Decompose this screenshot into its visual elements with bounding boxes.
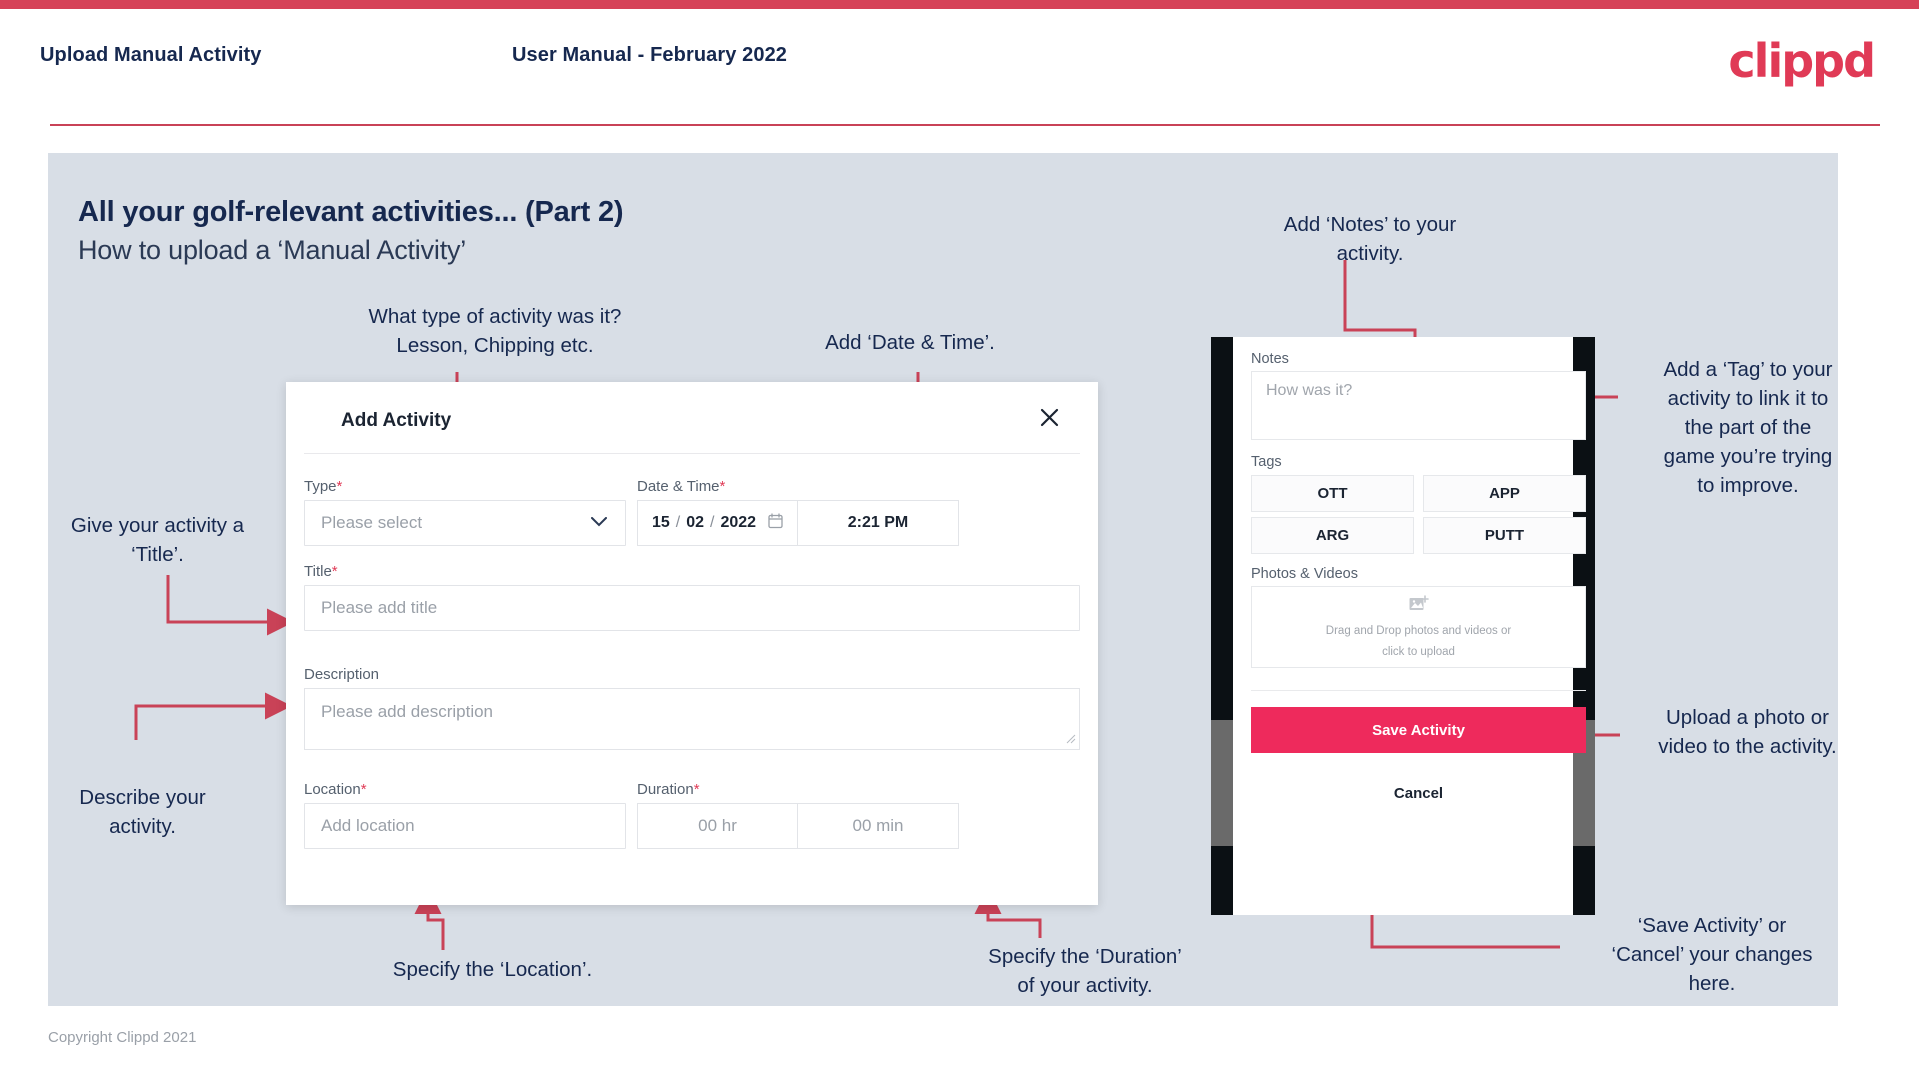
photos-label: Photos & Videos <box>1251 566 1358 582</box>
annotation-type: What type of activity was it? Lesson, Ch… <box>368 305 622 357</box>
date-sep-1: / <box>675 514 681 531</box>
clippd-logo: clippd <box>1728 34 1876 88</box>
tags-label: Tags <box>1251 454 1282 470</box>
annotation-location: Specify the ‘Location’. <box>392 958 593 981</box>
add-image-icon <box>1409 594 1429 618</box>
location-label-text: Location <box>304 781 361 798</box>
annotation-datetime: Add ‘Date & Time’. <box>825 331 995 354</box>
footer-copyright: Copyright Clippd 2021 <box>48 1029 197 1046</box>
dialog-title: Add Activity <box>341 410 452 431</box>
page-subtitle: How to upload a ‘Manual Activity’ <box>78 235 467 265</box>
annotation-description: Describe your activity. <box>79 786 206 838</box>
slide-root: Upload Manual Activity User Manual - Feb… <box>0 0 1919 1079</box>
cancel-button[interactable]: Cancel <box>1251 777 1586 809</box>
annotation-duration: Specify the ‘Duration’ of your activity. <box>988 945 1182 997</box>
tag-app[interactable]: APP <box>1423 475 1586 512</box>
date-day: 15 <box>651 514 670 531</box>
title-placeholder: Please add title <box>321 598 438 617</box>
type-required-mark: * <box>336 478 343 495</box>
duration-required-mark: * <box>693 781 700 798</box>
date-input[interactable]: 15 / 02 / 2022 <box>637 500 798 546</box>
datetime-group: 15 / 02 / 2022 2:21 PM <box>637 500 959 546</box>
description-label-text: Description <box>304 666 380 683</box>
title-required-mark: * <box>331 563 338 580</box>
page-title: All your golf-relevant activities... (Pa… <box>78 196 624 228</box>
annotation-notes: Add ‘Notes’ to your activity. <box>1283 213 1457 265</box>
top-accent-bar <box>0 0 1919 9</box>
photo-dropzone[interactable]: Drag and Drop photos and videos or click… <box>1251 586 1586 668</box>
date-sep-2: / <box>710 514 715 531</box>
duration-hours-input[interactable]: 00 hr <box>637 803 798 849</box>
header-left-title: Upload Manual Activity <box>40 44 262 66</box>
add-activity-dialog: Add Activity Type* Please select Date & … <box>286 382 1098 905</box>
type-placeholder: Please select <box>321 513 423 532</box>
type-label-text: Type <box>304 478 337 495</box>
resize-grip-icon[interactable] <box>1066 732 1076 747</box>
datetime-label: Date & Time* <box>637 478 725 495</box>
location-input[interactable]: Add location <box>304 803 626 849</box>
time-input[interactable]: 2:21 PM <box>798 500 959 546</box>
tag-ott[interactable]: OTT <box>1251 475 1414 512</box>
notes-placeholder: How was it? <box>1266 382 1353 399</box>
title-input[interactable]: Please add title <box>304 585 1080 631</box>
location-placeholder: Add location <box>321 816 415 835</box>
date-year: 2022 <box>720 514 757 531</box>
tag-arg[interactable]: ARG <box>1251 517 1414 554</box>
annotation-photos: Upload a photo or video to the activity. <box>1658 706 1837 758</box>
datetime-required-mark: * <box>719 478 726 495</box>
datetime-label-text: Date & Time <box>637 478 720 495</box>
description-placeholder: Please add description <box>321 702 494 721</box>
dropzone-line-2: click to upload <box>1382 645 1455 658</box>
close-icon[interactable] <box>1034 402 1064 432</box>
duration-group: 00 hr 00 min <box>637 803 959 849</box>
duration-label-text: Duration <box>637 781 694 798</box>
mobile-preview: Notes How was it? Tags OTT APP ARG PUTT … <box>1203 337 1603 915</box>
location-label: Location* <box>304 781 367 798</box>
title-label-text: Title <box>304 563 332 580</box>
annotation-save-cancel: ‘Save Activity’ or ‘Cancel’ your changes… <box>1611 914 1813 995</box>
chevron-down-icon <box>591 514 607 532</box>
dropzone-line-1: Drag and Drop photos and videos or <box>1325 624 1512 637</box>
header-center-title: User Manual - February 2022 <box>512 44 788 66</box>
annotation-title: Give your activity a ‘Title’. <box>70 514 245 566</box>
dialog-header-divider <box>304 453 1080 454</box>
phone-divider <box>1251 690 1586 691</box>
notes-label: Notes <box>1251 351 1289 367</box>
calendar-icon[interactable] <box>768 512 783 534</box>
title-label: Title* <box>304 563 338 580</box>
notes-textarea[interactable]: How was it? <box>1251 371 1586 440</box>
tag-putt[interactable]: PUTT <box>1423 517 1586 554</box>
location-required-mark: * <box>360 781 367 798</box>
duration-label: Duration* <box>637 781 700 798</box>
time-value: 2:21 PM <box>847 514 909 531</box>
phone-bezel-left-accent <box>1211 720 1233 846</box>
type-select[interactable]: Please select <box>304 500 626 546</box>
type-label: Type* <box>304 478 342 495</box>
duration-minutes-input[interactable]: 00 min <box>798 803 959 849</box>
phone-screen: Notes How was it? Tags OTT APP ARG PUTT … <box>1233 337 1586 915</box>
annotation-tags: Add a ‘Tag’ to your activity to link it … <box>1663 358 1833 497</box>
header-divider <box>50 124 1880 126</box>
description-textarea[interactable]: Please add description <box>304 688 1080 750</box>
description-label: Description <box>304 666 379 683</box>
date-month: 02 <box>686 514 704 531</box>
save-activity-button[interactable]: Save Activity <box>1251 707 1586 753</box>
